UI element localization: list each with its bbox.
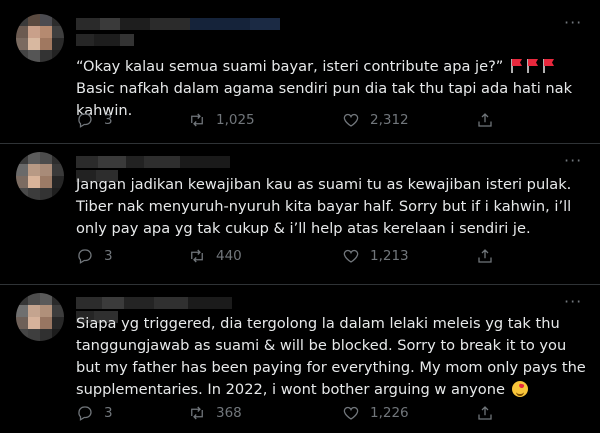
retweet-icon	[191, 249, 203, 263]
more-icon[interactable]: ···	[564, 15, 586, 31]
like-count: 1,213	[370, 248, 409, 264]
like-count: 2,312	[370, 112, 409, 128]
share-button[interactable]	[476, 246, 494, 266]
avatar[interactable]	[16, 152, 64, 200]
reply-icon	[78, 113, 92, 128]
reply-icon	[78, 249, 92, 264]
retweet-count: 1,025	[216, 112, 255, 128]
like-icon	[343, 113, 359, 127]
reply-icon	[78, 406, 92, 421]
avatar[interactable]	[16, 293, 64, 341]
author-name-pixelated[interactable]	[76, 297, 232, 309]
like-button[interactable]: 1,226	[342, 403, 409, 423]
tweet-text: Siapa yg triggered, dia tergolong la dal…	[76, 315, 586, 398]
retweet-count: 440	[216, 248, 242, 264]
author-name-pixelated[interactable]	[76, 18, 280, 30]
author-handle-pixelated[interactable]	[76, 34, 134, 46]
tweet-3[interactable]: ··· Siapa yg triggered, dia tergolong la…	[0, 285, 600, 433]
retweet-icon	[191, 406, 203, 420]
reply-button[interactable]: 3	[76, 110, 113, 130]
tweet-actions: 3 440 1,213	[76, 246, 586, 266]
like-button[interactable]: 1,213	[342, 246, 409, 266]
like-icon	[343, 249, 359, 263]
tweet-actions: 3 368 1,226	[76, 403, 586, 423]
red-flag-icon	[510, 59, 522, 73]
avatar[interactable]	[16, 14, 64, 62]
more-icon[interactable]: ···	[564, 153, 586, 169]
share-icon	[478, 249, 492, 263]
reply-count: 3	[104, 112, 113, 128]
tweet-actions: 3 1,025 2,312	[76, 110, 586, 130]
retweet-button[interactable]: 440	[188, 246, 242, 266]
smiling-face-with-hearts-icon	[511, 381, 528, 397]
retweet-count: 368	[216, 405, 242, 421]
retweet-icon	[191, 113, 203, 127]
reply-count: 3	[104, 405, 113, 421]
like-button[interactable]: 2,312	[342, 110, 409, 130]
like-icon	[343, 406, 359, 420]
tweet-text: Jangan jadikan kewajiban kau as suami tu…	[76, 176, 572, 237]
share-button[interactable]	[476, 403, 494, 423]
reply-count: 3	[104, 248, 113, 264]
share-icon	[478, 406, 492, 420]
more-icon[interactable]: ···	[564, 294, 586, 310]
reply-button[interactable]: 3	[76, 246, 113, 266]
share-button[interactable]	[476, 110, 494, 130]
red-flag-icon	[542, 59, 554, 73]
reply-button[interactable]: 3	[76, 403, 113, 423]
share-icon	[478, 113, 492, 127]
tweet-2[interactable]: ··· Jangan jadikan kewajiban kau as suam…	[0, 144, 600, 284]
retweet-button[interactable]: 368	[188, 403, 242, 423]
like-count: 1,226	[370, 405, 409, 421]
red-flag-icon	[526, 59, 538, 73]
author-name-pixelated[interactable]	[76, 156, 230, 168]
retweet-button[interactable]: 1,025	[188, 110, 255, 130]
tweet-1[interactable]: ··· “Okay kalau semua suami bayar, ister…	[0, 0, 600, 143]
